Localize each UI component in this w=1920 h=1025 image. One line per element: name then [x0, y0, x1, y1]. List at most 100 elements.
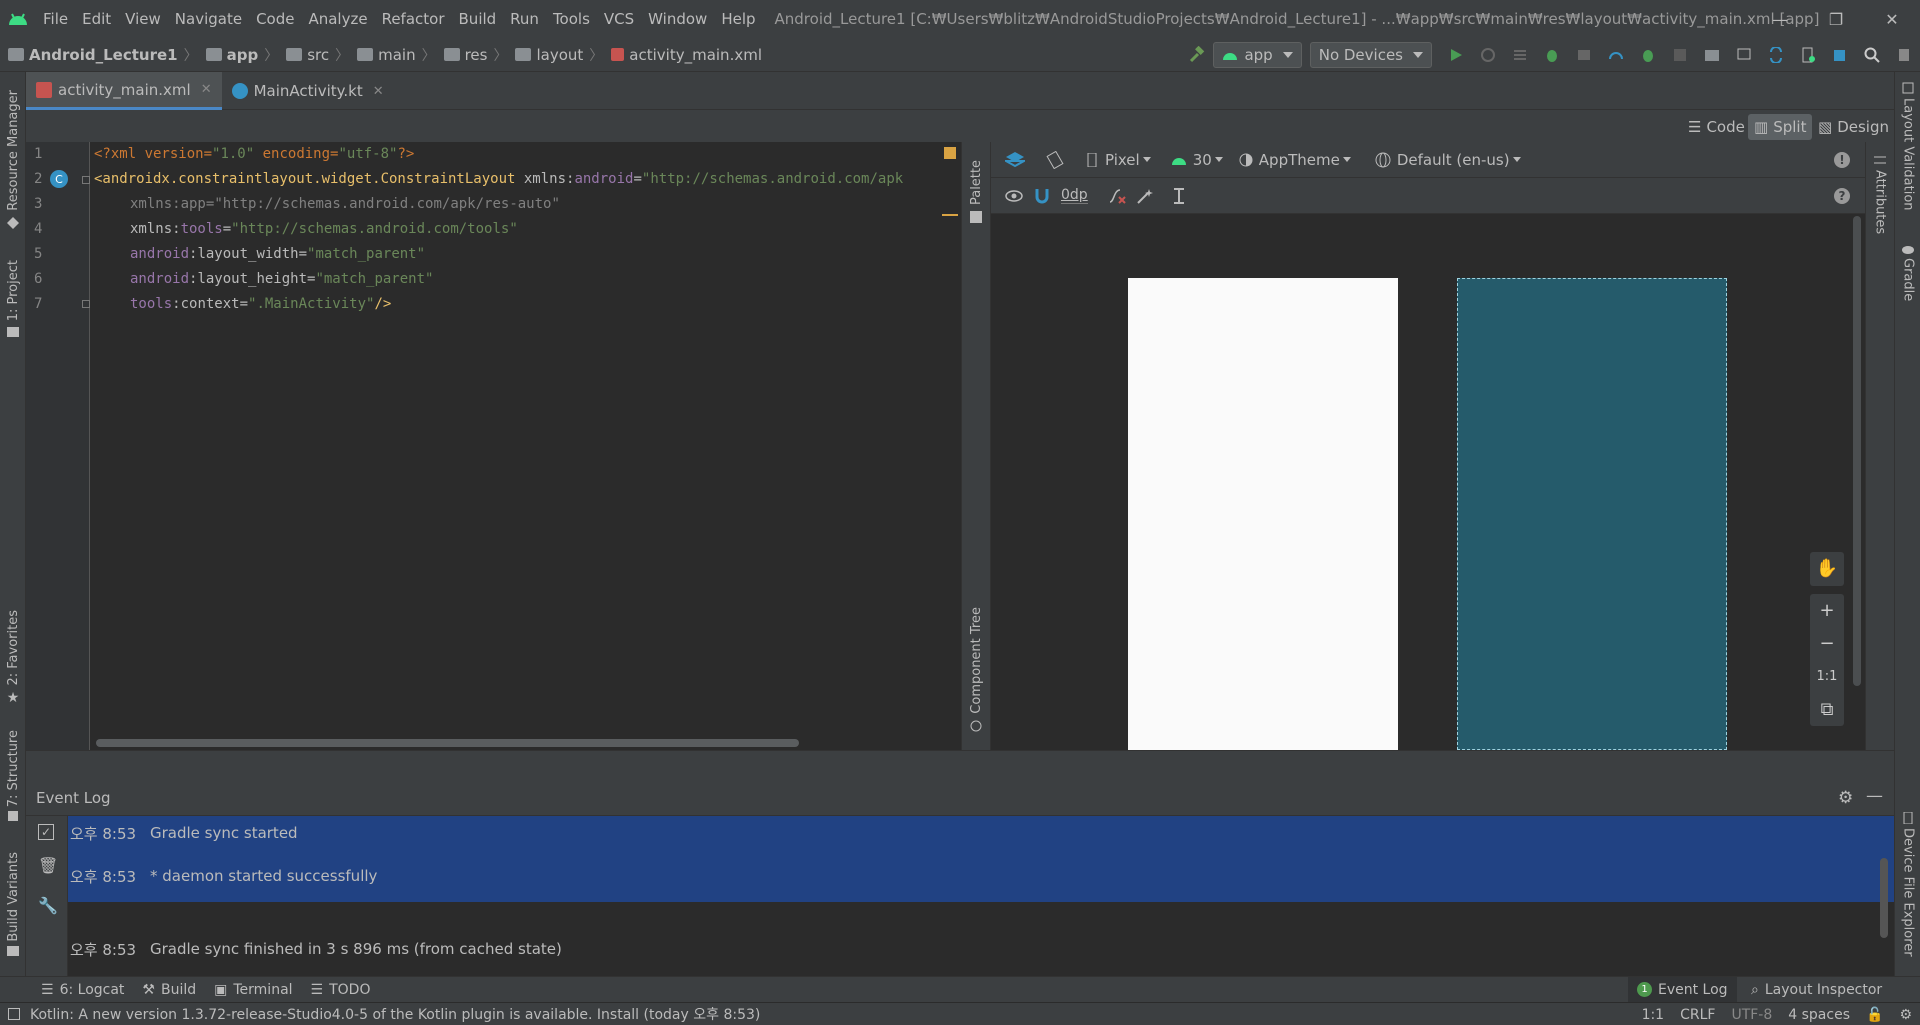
close-icon[interactable]: ✕ [373, 84, 384, 99]
toggle-tool-windows-icon[interactable] [8, 1008, 20, 1020]
assistant-icon[interactable] [1888, 38, 1920, 72]
blueprint-preview-surface[interactable] [1457, 278, 1727, 750]
menu-code[interactable]: Code [249, 10, 301, 28]
menu-navigate[interactable]: Navigate [168, 10, 249, 28]
caret-position[interactable]: 1:1 [1634, 1007, 1673, 1023]
layout-validation-tab[interactable]: Layout Validation [1895, 82, 1920, 211]
palette-tab[interactable]: Palette [962, 160, 990, 224]
api-level-select[interactable]: 30 [1171, 151, 1223, 169]
device-preview-select[interactable]: Pixel [1087, 151, 1151, 169]
event-icon[interactable]: ⚙ [1891, 1007, 1920, 1023]
fold-icon[interactable] [82, 300, 90, 308]
zoom-out-icon[interactable]: − [1819, 627, 1834, 660]
constraint-layout-gutter-icon[interactable]: C [50, 170, 68, 188]
breadcrumb-src[interactable]: src 〉 [278, 45, 349, 65]
resource-manager-tab[interactable]: Resource Manager [0, 90, 26, 229]
status-message[interactable]: Kotlin: A new version 1.3.72-release-Stu… [30, 1004, 760, 1024]
layout-inspector-tab[interactable]: ⌕ Layout Inspector [1742, 977, 1891, 1003]
hide-panel-icon[interactable]: — [1866, 786, 1883, 806]
mark-all-read-icon[interactable]: ✓ [38, 824, 54, 840]
stop-icon[interactable] [1664, 38, 1696, 72]
minimize-icon[interactable]: — [1752, 0, 1808, 38]
menu-tools[interactable]: Tools [546, 10, 597, 28]
attach-debugger-icon[interactable] [1632, 38, 1664, 72]
theme-select[interactable]: AppTheme [1239, 151, 1351, 169]
menu-window[interactable]: Window [641, 10, 714, 28]
sync-gradle-icon[interactable] [1728, 38, 1760, 72]
trash-icon[interactable]: 🗑 [38, 856, 58, 875]
info-icon[interactable]: ! [1834, 152, 1850, 168]
device-file-explorer-tab[interactable]: Device File Explorer [1895, 812, 1920, 957]
design-canvas[interactable] [991, 214, 1865, 750]
gear-icon[interactable]: ⚙ [1838, 788, 1853, 808]
menu-refactor[interactable]: Refactor [375, 10, 452, 28]
zoom-in-icon[interactable]: + [1819, 594, 1834, 627]
profile-icon[interactable] [1600, 38, 1632, 72]
build-tab[interactable]: ⚒ Build [133, 977, 205, 1003]
error-stripe-mark[interactable] [942, 214, 958, 216]
avd-manager-icon[interactable] [1760, 38, 1792, 72]
project-tab[interactable]: 1: Project [0, 260, 26, 338]
event-log-tab[interactable]: 1 Event Log [1628, 976, 1737, 1003]
device-select[interactable]: No Devices [1309, 42, 1432, 68]
fold-icon[interactable] [82, 176, 90, 184]
restore-icon[interactable]: ❐ [1808, 0, 1864, 38]
menu-vcs[interactable]: VCS [597, 10, 641, 28]
logcat-tab[interactable]: ☰ 6: Logcat [32, 977, 133, 1003]
search-icon[interactable] [1856, 38, 1888, 72]
zoom-actual-size-button[interactable]: 1:1 [1817, 660, 1838, 693]
panel-splitter[interactable] [26, 750, 1894, 780]
menu-file[interactable]: File [36, 10, 75, 28]
code-editor[interactable]: <?xml version="1.0" encoding="utf-8"?> <… [90, 142, 960, 750]
breadcrumb-module[interactable]: app 〉 [198, 45, 278, 65]
make-project-icon[interactable] [1181, 38, 1213, 72]
help-icon[interactable]: ? [1834, 188, 1850, 204]
code-view-button[interactable]: ☰ Code [1682, 114, 1751, 140]
favorites-tab[interactable]: 2: Favorites ★ [0, 610, 26, 706]
infer-constraints-button[interactable] [1136, 188, 1154, 204]
split-view-button[interactable]: ▥ Split [1748, 114, 1813, 140]
view-options-button[interactable] [1005, 189, 1023, 202]
log-entry[interactable]: 오후 8:53 * daemon started successfully [68, 850, 1894, 902]
menu-build[interactable]: Build [452, 10, 504, 28]
menu-help[interactable]: Help [714, 10, 762, 28]
sdk-manager-icon[interactable] [1824, 38, 1856, 72]
attributes-tab[interactable]: Attributes [1866, 154, 1894, 234]
file-encoding[interactable]: UTF-8 [1723, 1007, 1780, 1023]
run-icon[interactable] [1440, 38, 1472, 72]
breadcrumb-res[interactable]: res 〉 [436, 45, 507, 65]
menu-analyze[interactable]: Analyze [301, 10, 374, 28]
apply-changes-icon[interactable] [1472, 38, 1504, 72]
structure-tab[interactable]: 7: Structure [0, 730, 26, 822]
autoconnect-button[interactable] [1035, 188, 1049, 204]
design-view-button[interactable]: ▧ Design [1812, 114, 1895, 140]
zoom-to-fit-icon[interactable]: ⧉ [1821, 693, 1834, 726]
close-icon[interactable]: ✕ [201, 82, 212, 97]
menu-view[interactable]: View [118, 10, 168, 28]
warning-indicator-icon[interactable] [944, 147, 956, 159]
menu-edit[interactable]: Edit [75, 10, 118, 28]
build-variants-tab[interactable]: Build Variants [0, 852, 26, 956]
menu-run[interactable]: Run [503, 10, 546, 28]
run-config-select[interactable]: app [1213, 42, 1302, 68]
terminal-tab[interactable]: ▣ Terminal [205, 977, 301, 1003]
device-manager-icon[interactable] [1792, 38, 1824, 72]
line-separator[interactable]: CRLF [1672, 1007, 1723, 1023]
tab-activity-main-xml[interactable]: activity_main.xml ✕ [26, 72, 222, 110]
editor-horizontal-scrollbar[interactable] [96, 739, 799, 747]
canvas-vertical-scrollbar[interactable] [1853, 216, 1861, 686]
design-surface-select[interactable] [1005, 151, 1025, 169]
indent-setting[interactable]: 4 spaces [1780, 1007, 1858, 1023]
clear-constraints-button[interactable] [1108, 188, 1126, 204]
guidelines-button[interactable] [1172, 187, 1186, 204]
component-tree-tab[interactable]: Component Tree [962, 607, 990, 732]
lock-icon[interactable]: 🔓 [1858, 1007, 1891, 1023]
orientation-select[interactable] [1045, 150, 1065, 169]
breadcrumb-main[interactable]: main 〉 [349, 45, 436, 65]
breadcrumb-project[interactable]: Android_Lecture1 〉 [0, 45, 198, 65]
breadcrumb-file[interactable]: activity_main.xml [603, 46, 762, 64]
todo-tab[interactable]: ☰ TODO [302, 977, 380, 1003]
pan-button[interactable]: ✋ [1810, 552, 1844, 586]
event-log-scrollbar[interactable] [1880, 858, 1888, 938]
default-margin-select[interactable]: 0dp [1061, 187, 1088, 204]
